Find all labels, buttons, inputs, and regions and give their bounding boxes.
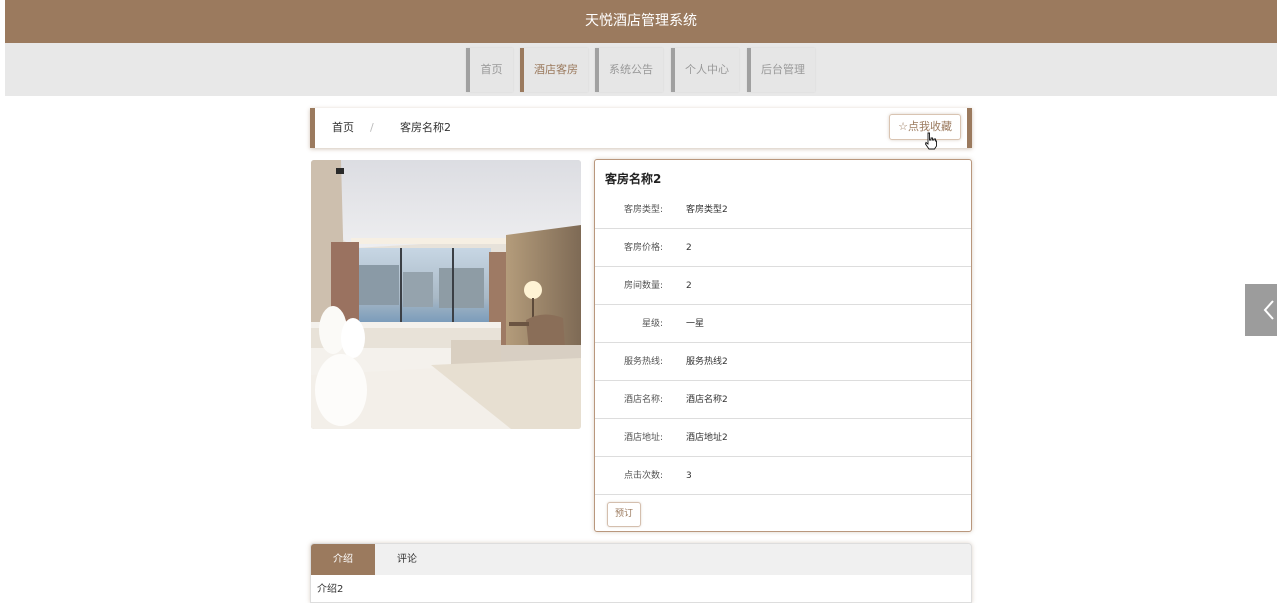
room-title: 客房名称2 [605,172,662,186]
nav-item-label: 首页 [480,63,503,76]
nav-item-personal-center[interactable]: 个人中心 [671,48,739,92]
field-value: 3 [686,471,692,481]
side-panel-toggle[interactable] [1245,284,1277,336]
book-button[interactable]: 预订 [607,502,641,527]
tabs-bar: 介绍 评论 [311,544,971,575]
room-detail-card: 客房名称2 客房类型: 客房类型2 客房价格: 2 房间数量: 2 星级: 一星… [594,159,972,532]
field-row-click-count: 点击次数: 3 [595,457,971,495]
field-label: 房间数量: [623,281,663,291]
field-label: 服务热线: [623,357,663,367]
star-outline-icon: ☆ [898,120,908,133]
field-label: 酒店地址: [623,433,663,443]
field-row-hotline: 服务热线: 服务热线2 [595,343,971,381]
nav-item-label: 系统公告 [609,63,653,76]
field-value: 服务热线2 [686,357,728,367]
app-header: 天悦酒店管理系统 [5,0,1277,43]
field-label: 客房类型: [623,205,663,215]
field-value: 酒店名称2 [686,395,728,405]
field-row-hotel-address: 酒店地址: 酒店地址2 [595,419,971,457]
nav-item-label: 酒店客房 [534,63,578,76]
field-value: 2 [686,243,692,253]
field-row-room-type: 客房类型: 客房类型2 [595,191,971,229]
breadcrumb-current: 客房名称2 [400,121,451,134]
app-title: 天悦酒店管理系统 [585,13,697,29]
nav-item-rooms[interactable]: 酒店客房 [520,48,588,92]
field-row-room-price: 客房价格: 2 [595,229,971,267]
field-label: 客房价格: [623,243,663,253]
field-row-star-rating: 星级: 一星 [595,305,971,343]
tab-intro[interactable]: 介绍 [311,544,375,575]
nav-item-admin[interactable]: 后台管理 [747,48,815,92]
chevron-left-icon [1263,300,1274,320]
field-row-room-count: 房间数量: 2 [595,267,971,305]
field-value: 一星 [686,319,705,329]
hand-cursor-icon [925,132,937,150]
main-nav: 首页 酒店客房 系统公告 个人中心 后台管理 [5,43,1277,96]
nav-item-label: 后台管理 [761,63,805,76]
nav-item-label: 个人中心 [685,63,729,76]
field-label: 点击次数: [623,471,663,481]
field-value: 2 [686,281,692,291]
tabs-panel: 介绍 评论 介绍2 [310,543,972,603]
breadcrumb-separator: / [370,121,374,134]
nav-item-home[interactable]: 首页 [466,48,513,92]
room-photo [311,160,581,429]
field-value: 酒店地址2 [686,433,728,443]
field-value: 客房类型2 [686,205,728,215]
nav-item-announcements[interactable]: 系统公告 [595,48,663,92]
field-label: 星级: [641,319,663,329]
breadcrumb: 首页 / 客房名称2 ☆点我收藏 [310,108,972,148]
field-label: 酒店名称: [623,395,663,405]
tab-comments[interactable]: 评论 [375,544,439,575]
breadcrumb-home-link[interactable]: 首页 [332,108,354,148]
field-row-hotel-name: 酒店名称: 酒店名称2 [595,381,971,419]
